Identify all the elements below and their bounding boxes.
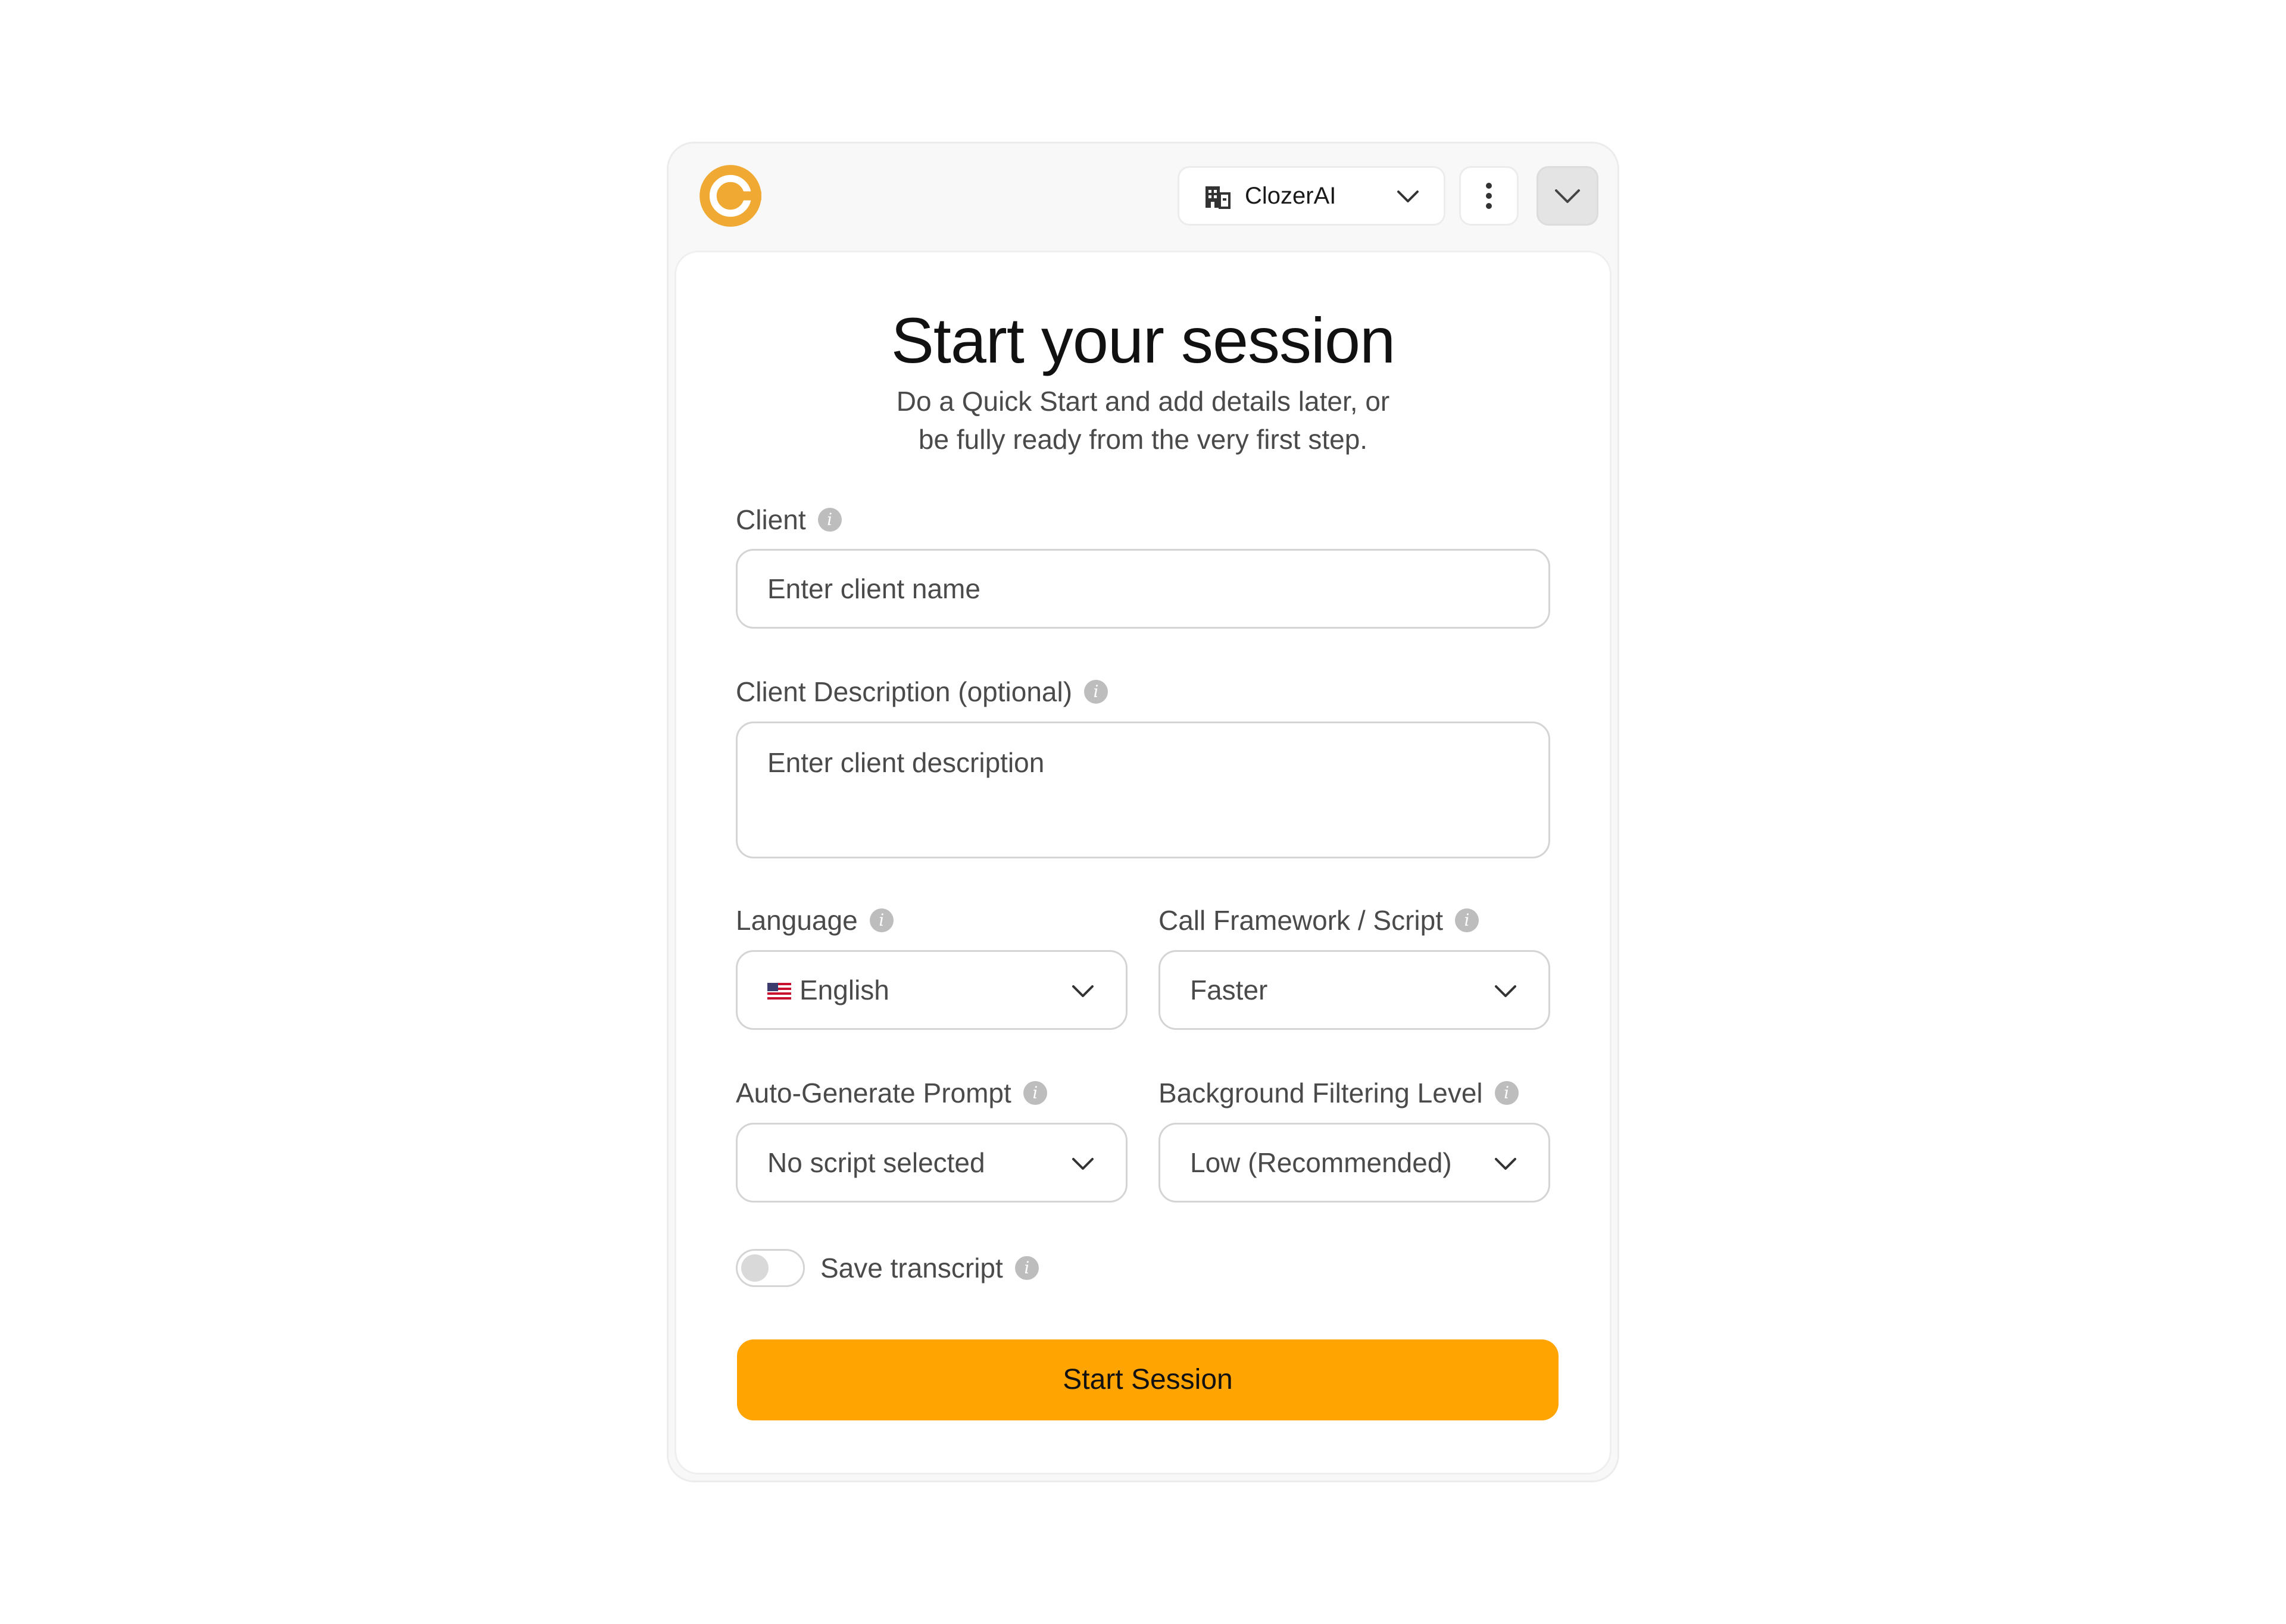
more-vertical-icon <box>1486 183 1492 209</box>
info-icon[interactable]: i <box>1023 1081 1047 1105</box>
client-description-label: Client Description (optional) i <box>736 675 1108 708</box>
background-filtering-select[interactable]: Low (Recommended) <box>1158 1123 1550 1203</box>
subtitle-line-2: be fully ready from the very first step. <box>918 424 1368 455</box>
save-transcript-toggle[interactable] <box>736 1249 805 1287</box>
chevron-down-icon <box>1495 1158 1516 1170</box>
background-filtering-value: Low (Recommended) <box>1190 1147 1452 1178</box>
call-framework-value: Faster <box>1190 975 1268 1005</box>
top-bar: ClozerAI <box>669 143 1617 251</box>
auto-generate-prompt-label-text: Auto-Generate Prompt <box>736 1078 1011 1108</box>
background-filtering-label-text: Background Filtering Level <box>1158 1078 1483 1108</box>
subtitle-line-1: Do a Quick Start and add details later, … <box>896 386 1390 417</box>
organization-select[interactable]: ClozerAI <box>1178 166 1445 226</box>
collapse-button[interactable] <box>1537 166 1598 226</box>
start-session-button[interactable]: Start Session <box>737 1339 1559 1420</box>
client-label: Client i <box>736 503 842 536</box>
us-flag-icon <box>767 952 791 1028</box>
page-title: Start your session <box>891 304 1395 376</box>
language-label-text: Language <box>736 905 858 936</box>
client-label-text: Client <box>736 504 806 535</box>
info-icon[interactable]: i <box>1084 680 1108 704</box>
chevron-down-icon <box>1495 985 1516 997</box>
session-form-card: Start your session Do a Quick Start and … <box>674 251 1612 1475</box>
info-icon[interactable]: i <box>1014 1256 1039 1280</box>
background-filtering-label: Background Filtering Level i <box>1158 1076 1519 1110</box>
organization-name: ClozerAI <box>1245 183 1336 209</box>
call-framework-label-text: Call Framework / Script <box>1158 905 1443 936</box>
language-value: English <box>800 975 889 1005</box>
auto-generate-prompt-value: No script selected <box>767 1147 985 1178</box>
client-description-textarea[interactable]: Enter client description <box>736 722 1550 858</box>
more-options-button[interactable] <box>1459 166 1519 226</box>
page-subtitle: Do a Quick Start and add details later, … <box>676 382 1610 458</box>
info-icon[interactable]: i <box>869 908 894 932</box>
call-framework-label: Call Framework / Script i <box>1158 904 1479 937</box>
info-icon[interactable]: i <box>1454 908 1479 932</box>
chevron-down-icon <box>1555 189 1580 203</box>
chevron-down-icon <box>1072 985 1094 997</box>
building-icon <box>1206 186 1231 209</box>
info-icon[interactable]: i <box>817 508 842 532</box>
toggle-knob <box>741 1254 769 1282</box>
save-transcript-label-text: Save transcript <box>820 1253 1003 1283</box>
language-label: Language i <box>736 904 894 937</box>
auto-generate-prompt-label: Auto-Generate Prompt i <box>736 1076 1047 1110</box>
info-icon[interactable]: i <box>1494 1081 1519 1105</box>
client-description-label-text: Client Description (optional) <box>736 676 1073 707</box>
call-framework-select[interactable]: Faster <box>1158 950 1550 1030</box>
chevron-down-icon <box>1072 1158 1094 1170</box>
save-transcript-label: Save transcript i <box>820 1251 1039 1285</box>
client-name-input[interactable]: Enter client name <box>736 549 1550 629</box>
clozer-logo-icon <box>699 165 761 227</box>
language-select[interactable]: English <box>736 950 1128 1030</box>
auto-generate-prompt-select[interactable]: No script selected <box>736 1123 1128 1203</box>
chevron-down-icon <box>1397 190 1419 202</box>
